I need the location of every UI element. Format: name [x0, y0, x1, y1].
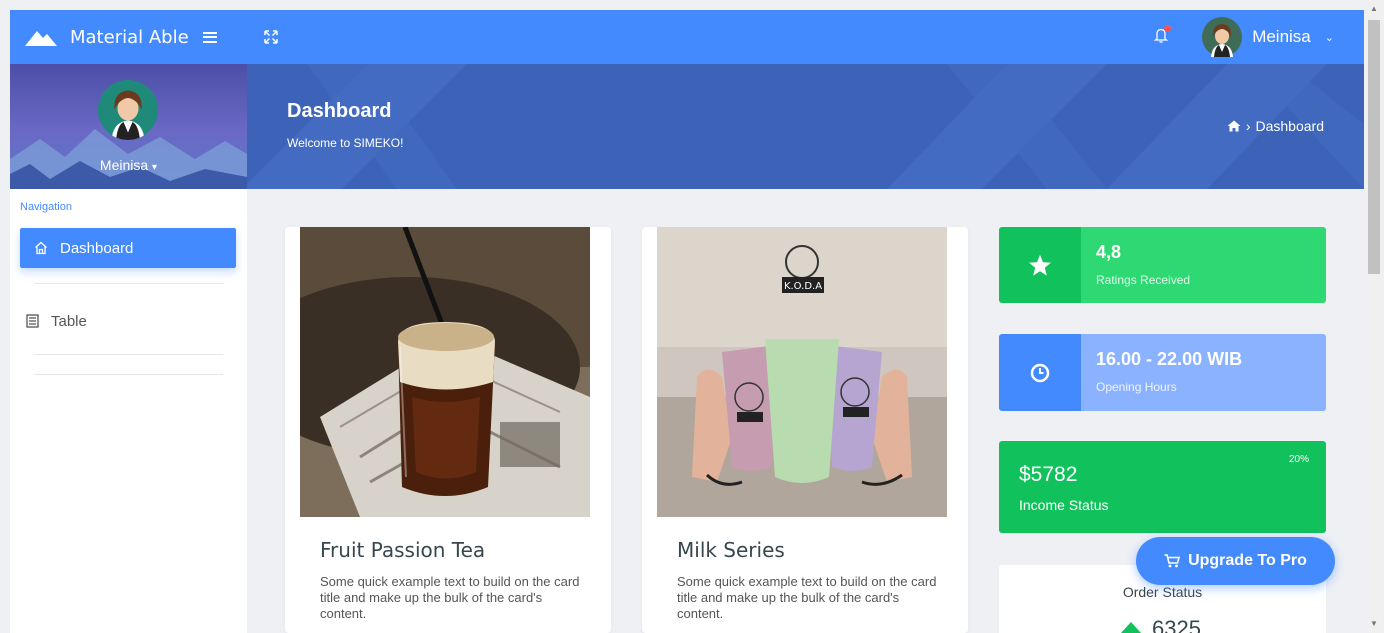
fullscreen-icon[interactable] [264, 30, 278, 44]
logo-icon [25, 31, 57, 46]
page-scrollbar[interactable]: ▲ ▼ [1364, 0, 1384, 633]
income-widget: $5782 Income Status 20% [999, 441, 1326, 533]
sidebar: Meinisa ▾ Navigation Dashboard Table [10, 64, 247, 633]
caret-down-icon: ▾ [152, 162, 158, 173]
hours-icon-box [999, 334, 1081, 411]
banner-pattern [247, 64, 1364, 189]
scrollbar-thumb[interactable] [1368, 20, 1380, 274]
breadcrumb: › Dashboard [1227, 118, 1324, 134]
product-card: Fruit Passion Tea Some quick example tex… [285, 227, 611, 633]
hours-body: 16.00 - 22.00 WIB Opening Hours [1081, 334, 1326, 411]
page-title: Dashboard [287, 100, 392, 122]
cart-icon [1164, 554, 1181, 568]
ratings-value: 4,8 [1096, 242, 1122, 262]
sidebar-item-label: Table [51, 312, 87, 330]
sidebar-item-table[interactable]: Table [20, 308, 236, 334]
divider [34, 374, 223, 375]
income-percent: 20% [1288, 454, 1309, 465]
divider [34, 354, 223, 355]
clock-icon [1030, 363, 1050, 382]
opening-hours-widget: 16.00 - 22.00 WIB Opening Hours [999, 334, 1326, 411]
breadcrumb-separator: › [1245, 118, 1251, 134]
avatar [1202, 17, 1243, 57]
arrow-up-icon [1121, 622, 1141, 633]
profile-avatar [98, 80, 158, 140]
user-menu[interactable]: Meinisa ⌄ [1202, 17, 1334, 57]
ratings-label: Ratings Received [1096, 273, 1191, 287]
brand[interactable]: Material Able [10, 26, 246, 48]
page-header: Dashboard Welcome to SIMEKO! › Dashboard [247, 64, 1364, 189]
user-name: Meinisa [1252, 27, 1311, 46]
top-navbar: Material Able Meinisa ⌄ [10, 10, 1364, 64]
upgrade-to-pro-button[interactable]: Upgrade To Pro [1136, 537, 1335, 585]
card-title: Fruit Passion Tea [320, 538, 486, 562]
ratings-icon-box [999, 227, 1081, 303]
card-text: Some quick example text to build on the … [320, 574, 580, 621]
product-image-tea [300, 227, 590, 517]
card-title: Milk Series [677, 538, 785, 562]
table-icon [26, 314, 39, 328]
profile-name: Meinisa [99, 157, 149, 173]
hours-label: Opening Hours [1096, 380, 1177, 394]
ratings-widget: 4,8 Ratings Received [999, 227, 1326, 303]
star-icon [1029, 254, 1051, 276]
breadcrumb-item[interactable]: Dashboard [1256, 118, 1325, 134]
page-subtitle: Welcome to SIMEKO! [287, 136, 404, 150]
product-card: K.O.D.A Milk Series Some quick example t… [642, 227, 968, 633]
income-value: $5782 [1019, 463, 1078, 486]
sidebar-profile: Meinisa ▾ [10, 64, 247, 189]
ratings-body: 4,8 Ratings Received [1081, 227, 1326, 303]
order-value-row: 6325 [1120, 616, 1201, 633]
brand-name: Material Able [70, 26, 189, 48]
notification-dot [1164, 24, 1172, 32]
card-text: Some quick example text to build on the … [677, 574, 937, 621]
order-value: 6325 [1152, 616, 1201, 633]
scroll-up-arrow[interactable]: ▲ [1364, 4, 1384, 13]
upgrade-label: Upgrade To Pro [1188, 552, 1307, 569]
chevron-down-icon: ⌄ [1324, 31, 1334, 44]
home-icon[interactable] [1227, 120, 1241, 132]
nav-section-label: Navigation [20, 201, 72, 213]
profile-menu[interactable]: Meinisa ▾ [10, 157, 247, 173]
sidebar-item-label: Dashboard [60, 239, 134, 257]
svg-text:K.O.D.A: K.O.D.A [784, 281, 822, 292]
divider [34, 283, 223, 284]
menu-toggle-icon[interactable] [202, 31, 217, 43]
sidebar-item-dashboard[interactable]: Dashboard [20, 228, 236, 268]
scroll-down-arrow[interactable]: ▼ [1364, 619, 1384, 628]
notifications-button[interactable] [1153, 24, 1172, 48]
home-icon [35, 241, 47, 255]
order-title: Order Status [1122, 584, 1203, 600]
income-label: Income Status [1019, 497, 1109, 513]
hours-value: 16.00 - 22.00 WIB [1096, 349, 1243, 369]
product-image-milk: K.O.D.A [657, 227, 947, 517]
